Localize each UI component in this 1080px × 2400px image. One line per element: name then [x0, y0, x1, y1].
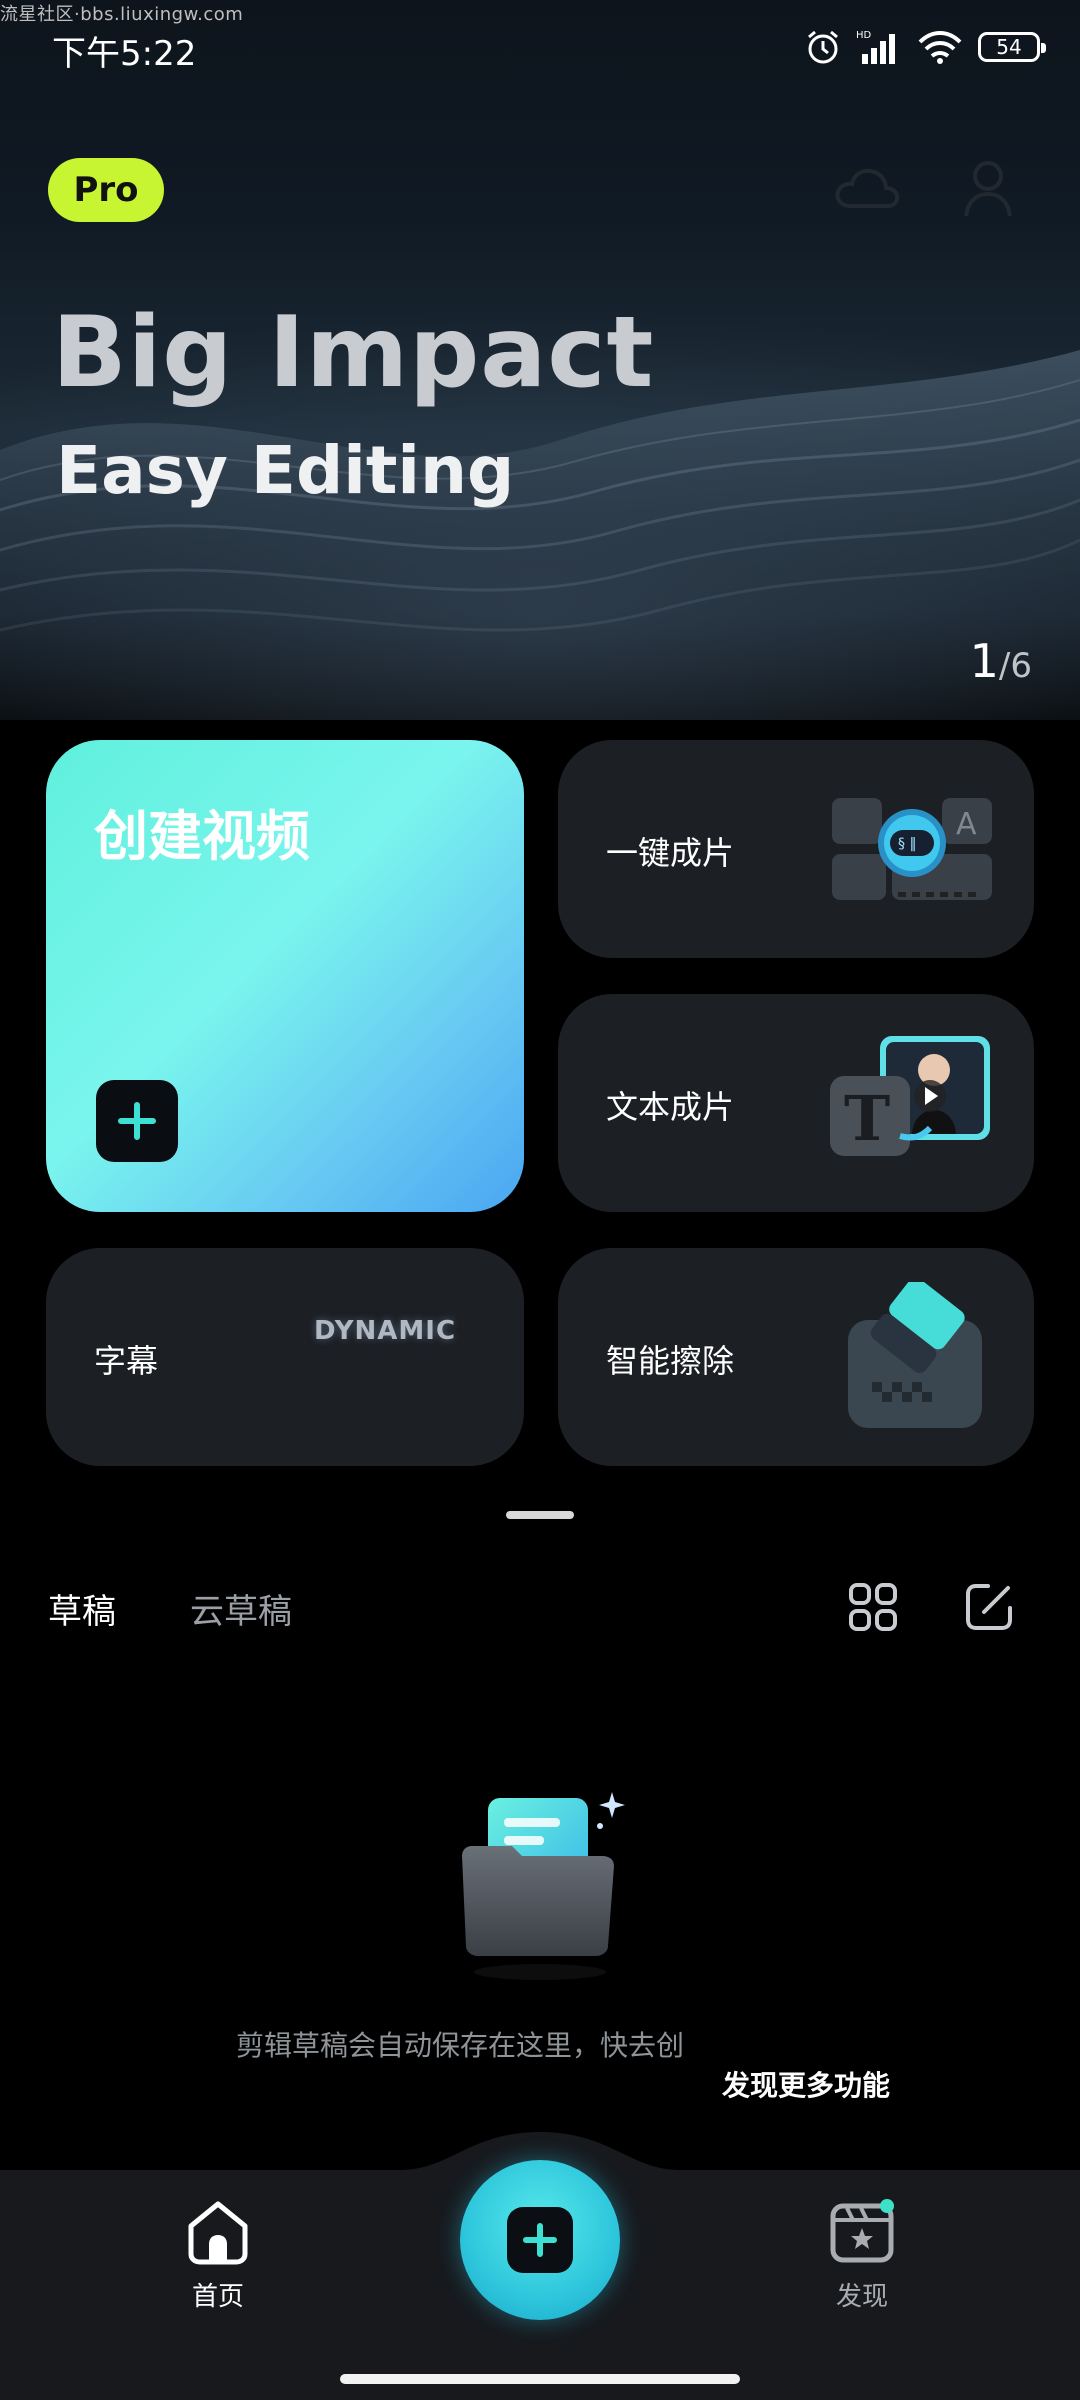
svg-text:T: T — [844, 1082, 890, 1155]
banner-pager: 1/6 — [969, 634, 1032, 688]
plus-icon — [96, 1080, 178, 1162]
plus-icon — [507, 2207, 573, 2273]
hero-banner[interactable]: 下午5:22 HD 54 流星社区·bbs.liuxingw.com Pro B… — [0, 0, 1080, 720]
drawer-handle[interactable] — [506, 1511, 574, 1519]
battery-indicator: 54 — [978, 32, 1046, 62]
text-video-icon: T — [830, 1036, 990, 1156]
empty-drafts-hint: 剪辑草稿会自动保存在这里，快去创 — [236, 2029, 685, 2062]
one-click-video-label: 一键成片 — [606, 834, 735, 872]
discover-icon — [830, 2199, 894, 2263]
discover-tooltip[interactable]: 发现更多功能 — [686, 2046, 926, 2122]
smart-erase-card[interactable]: 智能擦除 — [558, 1248, 1034, 1466]
nav-home[interactable]: 首页 — [158, 2198, 278, 2313]
svg-text:A: A — [956, 807, 977, 842]
svg-text:HD: HD — [856, 30, 872, 41]
tab-drafts[interactable]: 草稿 — [48, 1584, 116, 1633]
signal-icon: HD — [856, 30, 895, 64]
cloud-icon[interactable] — [832, 160, 902, 220]
dynamic-text-art: DYNAMIC — [314, 1316, 457, 1346]
create-video-label: 创建视频 — [94, 805, 310, 868]
hero-headline: Big Impact — [52, 296, 655, 410]
text-to-video-card[interactable]: 文本成片 T — [558, 994, 1034, 1212]
create-video-card[interactable]: 创建视频 — [46, 740, 524, 1212]
grid-view-icon[interactable] — [848, 1582, 898, 1632]
create-fab-button[interactable] — [460, 2160, 620, 2320]
empty-folder-icon — [462, 1792, 625, 1980]
tab-cloud-drafts[interactable]: 云草稿 — [190, 1584, 292, 1633]
wifi-icon — [918, 31, 962, 64]
smart-erase-label: 智能擦除 — [606, 1342, 735, 1380]
eraser-icon — [848, 1282, 982, 1428]
user-icon[interactable] — [960, 156, 1016, 222]
watermark: 流星社区·bbs.liuxingw.com — [0, 4, 244, 25]
status-time: 下午5:22 — [52, 34, 197, 74]
home-indicator[interactable] — [340, 2374, 740, 2384]
alarm-icon — [808, 30, 838, 64]
edit-icon[interactable] — [964, 1582, 1014, 1632]
nav-discover-label: 发现 — [835, 2282, 888, 2312]
subtitle-label: 字幕 — [94, 1342, 159, 1380]
text-to-video-label: 文本成片 — [606, 1088, 735, 1126]
one-click-video-card[interactable]: 一键成片 A § ‖ — [558, 740, 1034, 958]
film-template-icon: A § ‖ — [832, 798, 992, 900]
hero-subheadline: Easy Editing — [56, 432, 515, 509]
subtitle-card[interactable]: 字幕 DYNAMIC — [46, 1248, 524, 1466]
home-icon — [188, 2201, 248, 2265]
svg-text:§ ‖: § ‖ — [898, 836, 916, 852]
pro-badge[interactable]: Pro — [48, 158, 164, 222]
nav-home-label: 首页 — [191, 2282, 244, 2312]
nav-discover[interactable]: 发现 — [802, 2198, 922, 2313]
